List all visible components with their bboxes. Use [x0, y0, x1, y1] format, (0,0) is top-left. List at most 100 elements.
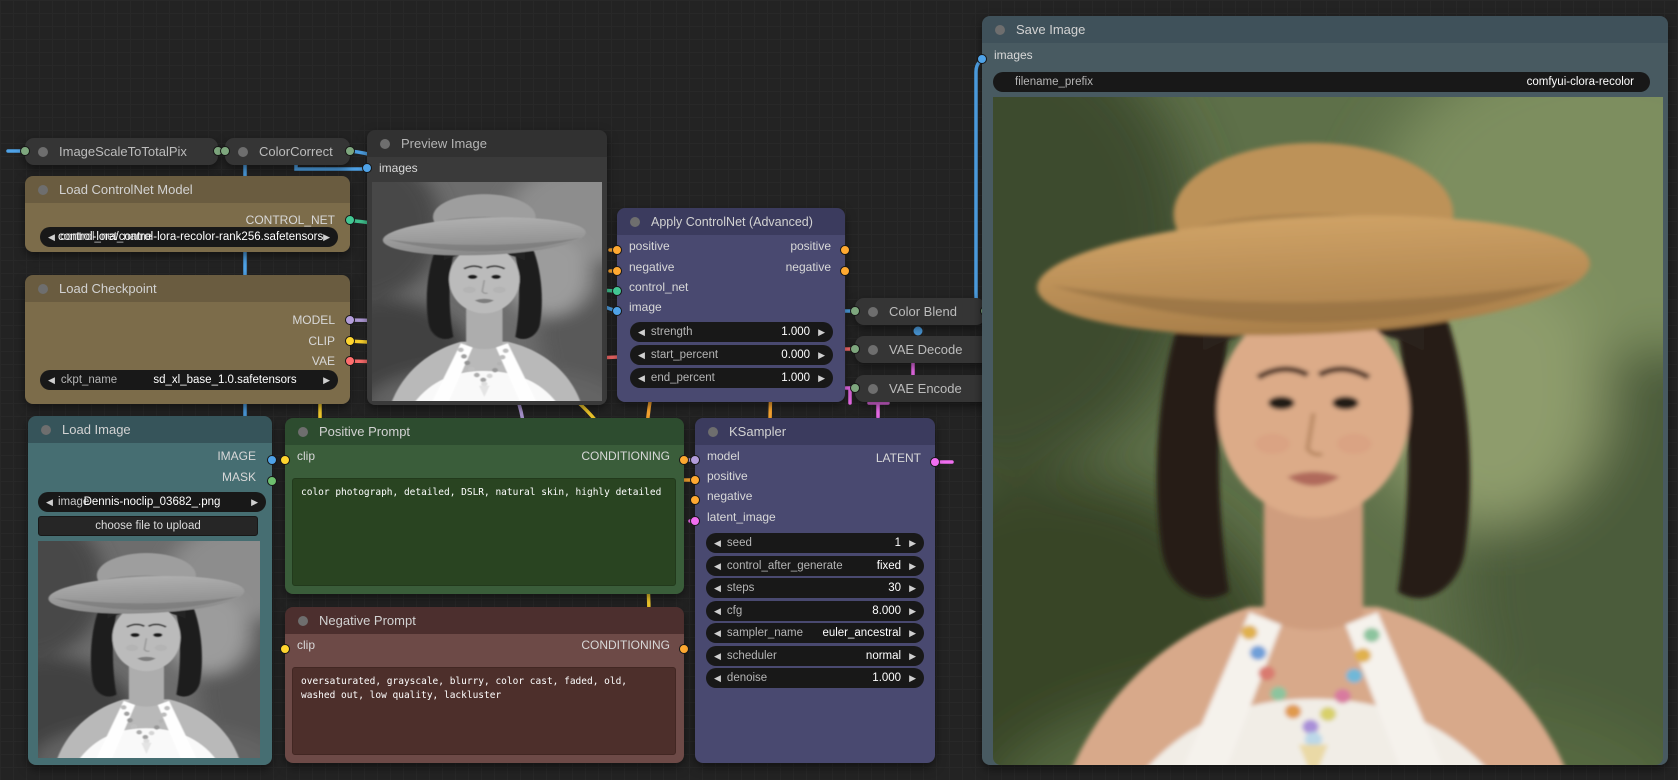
prev-arrow-icon[interactable]: ◀	[48, 370, 55, 390]
end-percent-widget[interactable]: ◀ end_percent 1.000 ▶	[630, 368, 833, 388]
output-slot-negative[interactable]	[840, 266, 850, 276]
steps-widget[interactable]: ◀ steps 30 ▶	[706, 578, 924, 598]
node-vae-encode[interactable]: VAE Encode	[855, 375, 997, 402]
input-slot-control-net[interactable]	[612, 286, 622, 296]
next-arrow-icon[interactable]: ▶	[323, 370, 330, 390]
node-preview-image[interactable]: Preview Image images	[367, 130, 607, 405]
prev-arrow-icon[interactable]: ◀	[638, 322, 645, 342]
prev-arrow-icon[interactable]: ◀	[714, 623, 721, 643]
node-load-controlnet-model[interactable]: Load ControlNet Model CONTROL_NET ◀ cont…	[25, 176, 350, 252]
seed-widget[interactable]: ◀ seed 1 ▶	[706, 533, 924, 553]
next-arrow-icon[interactable]: ▶	[909, 601, 916, 621]
collapsed-input-slot[interactable]	[850, 344, 860, 354]
prompt-textarea[interactable]: color photograph, detailed, DSLR, natura…	[292, 478, 676, 586]
collapse-toggle-icon[interactable]	[298, 616, 308, 626]
output-slot-control-net[interactable]	[345, 215, 355, 225]
node-image-scale-to-total-pix[interactable]: ImageScaleToTotalPix	[25, 138, 218, 165]
collapse-toggle-icon[interactable]	[708, 427, 718, 437]
input-slot-clip[interactable]	[280, 644, 290, 654]
strength-widget[interactable]: ◀ strength 1.000 ▶	[630, 322, 833, 342]
prev-arrow-icon[interactable]: ◀	[714, 601, 721, 621]
output-slot-clip[interactable]	[345, 336, 355, 346]
collapse-toggle-icon[interactable]	[38, 147, 48, 157]
node-graph-canvas[interactable]: ImageScaleToTotalPix ColorCorrect Load C…	[0, 0, 1678, 780]
next-arrow-icon[interactable]: ▶	[251, 492, 258, 512]
prev-arrow-icon[interactable]: ◀	[714, 533, 721, 553]
output-slot-mask[interactable]	[267, 476, 277, 486]
collapse-toggle-icon[interactable]	[380, 139, 390, 149]
output-slot-model[interactable]	[345, 315, 355, 325]
input-slot-positive[interactable]	[690, 475, 700, 485]
output-slot-image[interactable]	[267, 455, 277, 465]
prev-arrow-icon[interactable]: ◀	[638, 368, 645, 388]
prev-arrow-icon[interactable]: ◀	[714, 668, 721, 688]
collapsed-input-slot[interactable]	[850, 306, 860, 316]
node-positive-prompt[interactable]: Positive Prompt clip CONDITIONING color …	[285, 418, 684, 594]
collapse-toggle-icon[interactable]	[868, 307, 878, 317]
collapsed-input-slot[interactable]	[850, 383, 860, 393]
collapse-toggle-icon[interactable]	[38, 284, 48, 294]
output-slot-positive[interactable]	[840, 245, 850, 255]
next-arrow-icon[interactable]: ▶	[909, 646, 916, 666]
choose-file-button[interactable]: choose file to upload	[38, 516, 258, 536]
prev-arrow-icon[interactable]: ◀	[46, 492, 53, 512]
next-arrow-icon[interactable]: ▶	[909, 623, 916, 643]
prompt-textarea[interactable]: oversaturated, grayscale, blurry, color …	[292, 667, 676, 755]
scheduler-widget[interactable]: ◀ scheduler normal ▶	[706, 646, 924, 666]
input-slot-model[interactable]	[690, 455, 700, 465]
next-arrow-icon[interactable]: ▶	[818, 345, 825, 365]
next-arrow-icon[interactable]: ▶	[909, 556, 916, 576]
node-save-image[interactable]: Save Image images filename_prefix comfyu…	[982, 16, 1668, 765]
node-load-image[interactable]: Load Image IMAGE MASK ◀ image Dennis-noc…	[28, 416, 272, 765]
output-slot-vae[interactable]	[345, 356, 355, 366]
input-slot-clip[interactable]	[280, 455, 290, 465]
start-percent-widget[interactable]: ◀ start_percent 0.000 ▶	[630, 345, 833, 365]
node-negative-prompt[interactable]: Negative Prompt clip CONDITIONING oversa…	[285, 607, 684, 763]
output-slot-latent[interactable]	[930, 457, 940, 467]
collapsed-input-slot[interactable]	[220, 146, 230, 156]
image-file-widget[interactable]: ◀ image Dennis-noclip_03682_.png ▶	[38, 492, 266, 512]
filename-prefix-widget[interactable]: filename_prefix comfyui-clora-recolor	[993, 72, 1650, 92]
prev-arrow-icon[interactable]: ◀	[714, 578, 721, 598]
collapsed-output-slot[interactable]	[345, 146, 355, 156]
next-arrow-icon[interactable]: ▶	[323, 227, 330, 247]
next-arrow-icon[interactable]: ▶	[818, 368, 825, 388]
node-load-checkpoint[interactable]: Load Checkpoint MODEL CLIP VAE ◀ ckpt_na…	[25, 275, 350, 404]
node-color-blend[interactable]: Color Blend	[855, 298, 985, 325]
collapse-toggle-icon[interactable]	[298, 427, 308, 437]
ckpt-name-widget[interactable]: ◀ ckpt_name sd_xl_base_1.0.safetensors ▶	[40, 370, 338, 390]
next-arrow-icon[interactable]: ▶	[909, 533, 916, 553]
next-arrow-icon[interactable]: ▶	[909, 668, 916, 688]
node-ksampler[interactable]: KSampler model positive negative latent_…	[695, 418, 935, 763]
input-slot-images[interactable]	[362, 163, 372, 173]
collapse-toggle-icon[interactable]	[868, 384, 878, 394]
prev-arrow-icon[interactable]: ◀	[48, 227, 55, 247]
input-slot-image[interactable]	[612, 306, 622, 316]
node-apply-controlnet-advanced[interactable]: Apply ControlNet (Advanced) positive neg…	[617, 208, 845, 402]
collapse-toggle-icon[interactable]	[630, 217, 640, 227]
input-slot-latent-image[interactable]	[690, 516, 700, 526]
link-midpoint-dot[interactable]	[914, 327, 923, 336]
node-vae-decode[interactable]: VAE Decode	[855, 336, 995, 363]
output-slot-conditioning[interactable]	[679, 644, 689, 654]
next-arrow-icon[interactable]: ▶	[818, 322, 825, 342]
input-slot-negative[interactable]	[612, 266, 622, 276]
input-slot-positive[interactable]	[612, 245, 622, 255]
controlnet-name-widget[interactable]: ◀ control_net_name control-lora/control-…	[40, 227, 338, 247]
collapse-toggle-icon[interactable]	[868, 345, 878, 355]
collapse-toggle-icon[interactable]	[238, 147, 248, 157]
input-slot-images[interactable]	[977, 54, 987, 64]
collapsed-input-slot[interactable]	[20, 146, 30, 156]
node-color-correct[interactable]: ColorCorrect	[225, 138, 350, 165]
prev-arrow-icon[interactable]: ◀	[714, 646, 721, 666]
collapse-toggle-icon[interactable]	[995, 25, 1005, 35]
collapse-toggle-icon[interactable]	[38, 185, 48, 195]
output-slot-conditioning[interactable]	[679, 455, 689, 465]
next-arrow-icon[interactable]: ▶	[909, 578, 916, 598]
collapse-toggle-icon[interactable]	[41, 425, 51, 435]
prev-arrow-icon[interactable]: ◀	[638, 345, 645, 365]
prev-arrow-icon[interactable]: ◀	[714, 556, 721, 576]
input-slot-negative[interactable]	[690, 495, 700, 505]
sampler-name-widget[interactable]: ◀ sampler_name euler_ancestral ▶	[706, 623, 924, 643]
cfg-widget[interactable]: ◀ cfg 8.000 ▶	[706, 601, 924, 621]
